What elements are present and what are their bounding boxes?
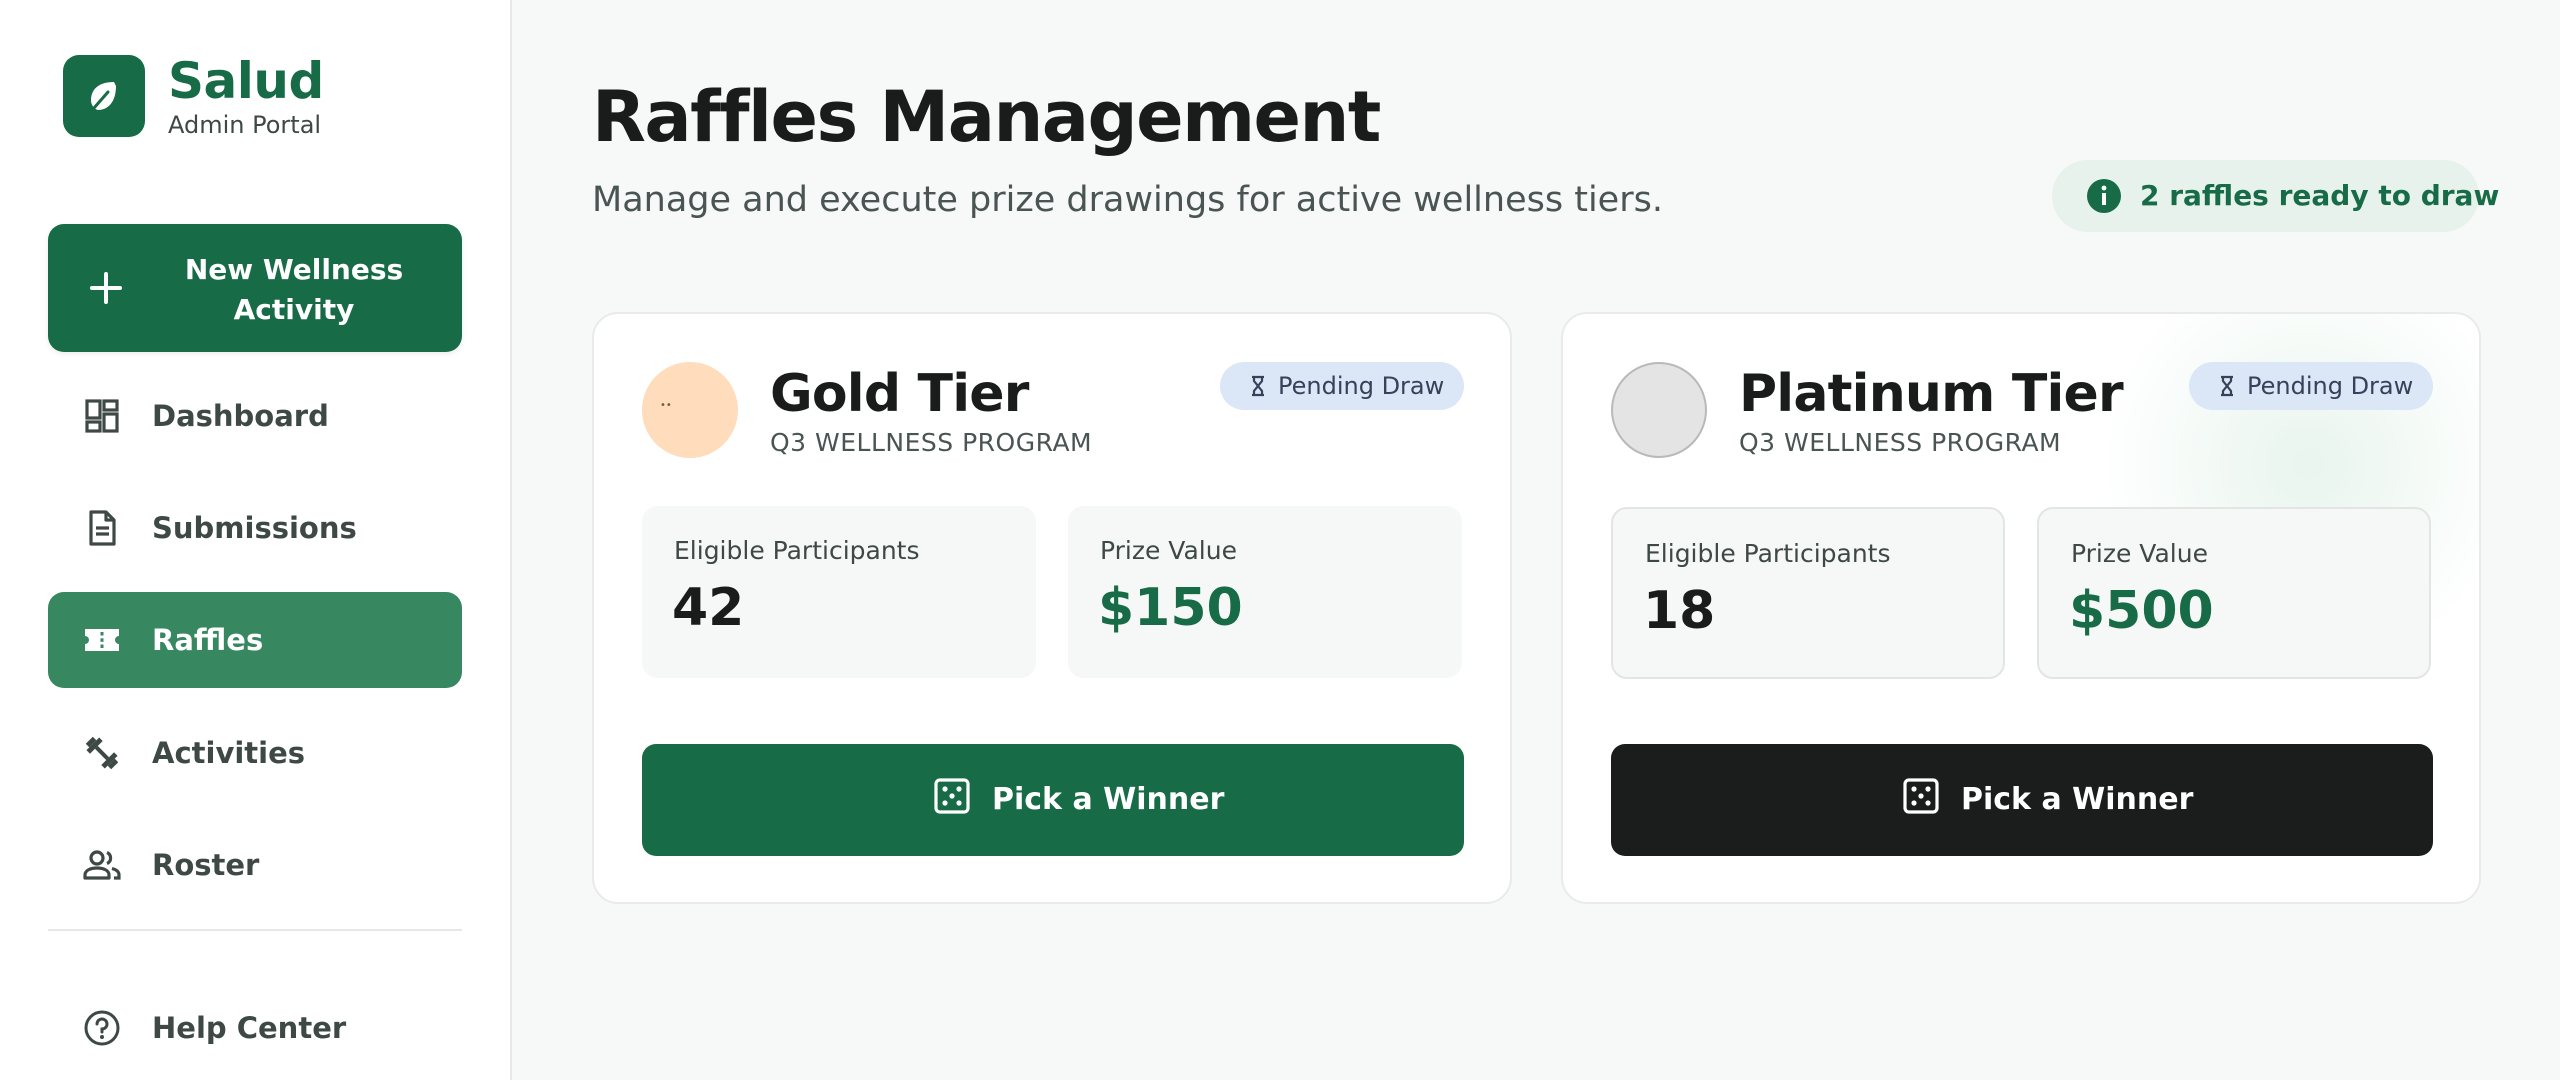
raffle-card-gold: •• Gold Tier Q3 WELLNESS PROGRAM Pending…	[592, 312, 1512, 904]
dice-icon	[934, 778, 970, 814]
ready-banner-text: 2 raffles ready to draw	[2140, 179, 2500, 212]
stat-label: Eligible Participants	[1645, 539, 1891, 568]
dice-icon	[1903, 778, 1939, 814]
sidebar-item-label: Activities	[152, 736, 306, 770]
hourglass-icon	[2221, 375, 2233, 397]
sidebar-item-dashboard[interactable]: Dashboard	[48, 368, 462, 464]
app: Salud Admin Portal New Wellness Activity…	[0, 0, 2560, 1080]
dumbbell-icon	[85, 736, 119, 770]
document-icon	[89, 510, 116, 546]
eligible-participants-box: Eligible Participants 42	[642, 506, 1036, 678]
ticket-icon	[85, 629, 119, 651]
sidebar-item-label: Roster	[152, 848, 260, 882]
new-wellness-activity-button[interactable]: New Wellness Activity	[48, 224, 462, 352]
help-icon	[84, 1010, 120, 1046]
stat-label: Prize Value	[1100, 536, 1237, 565]
people-icon	[83, 850, 121, 880]
plus-icon	[90, 272, 122, 304]
brand-logo	[63, 55, 145, 137]
pick-winner-button[interactable]: Pick a Winner	[1611, 744, 2433, 856]
tier-badge: ••	[642, 362, 738, 458]
hourglass-icon	[1252, 375, 1264, 397]
sidebar-item-label: Dashboard	[152, 399, 329, 433]
stat-label: Eligible Participants	[674, 536, 920, 565]
participants-count: 18	[1643, 581, 1716, 641]
status-label: Pending Draw	[1278, 372, 1445, 400]
brand-subtitle: Admin Portal	[168, 111, 322, 139]
sidebar-item-label: Submissions	[152, 511, 357, 545]
brand-name: Salud	[168, 52, 324, 110]
sidebar-divider	[48, 929, 462, 931]
prize-value-box: Prize Value $150	[1068, 506, 1462, 678]
info-icon	[2087, 179, 2121, 213]
raffle-card-platinum: Platinum Tier Q3 WELLNESS PROGRAM Pendin…	[1561, 312, 2481, 904]
participants-count: 42	[672, 578, 745, 638]
pick-winner-label: Pick a Winner	[1961, 782, 2194, 817]
tier-badge	[1611, 362, 1707, 458]
pick-winner-label: Pick a Winner	[992, 782, 1225, 817]
status-label: Pending Draw	[2247, 372, 2414, 400]
sidebar-item-activities[interactable]: Activities	[48, 705, 462, 801]
sidebar-item-roster[interactable]: Roster	[48, 817, 462, 913]
prize-value: $500	[2069, 581, 2214, 641]
dashboard-icon	[85, 399, 119, 433]
prize-value-box: Prize Value $500	[2037, 507, 2431, 679]
tier-name: Gold Tier	[770, 364, 1029, 424]
ready-to-draw-banner: 2 raffles ready to draw	[2052, 160, 2499, 232]
sidebar-item-raffles[interactable]: Raffles	[48, 592, 462, 688]
stat-label: Prize Value	[2071, 539, 2208, 568]
help-center-link[interactable]: Help Center	[48, 980, 462, 1076]
page-subtitle: Manage and execute prize drawings for ac…	[592, 180, 1663, 220]
prize-value: $150	[1098, 578, 1243, 638]
tier-program: Q3 WELLNESS PROGRAM	[770, 428, 1093, 457]
status-badge: Pending Draw	[2189, 362, 2433, 410]
tier-name: Platinum Tier	[1739, 364, 2124, 424]
eligible-participants-box: Eligible Participants 18	[1611, 507, 2005, 679]
new-activity-label: New Wellness Activity	[184, 253, 404, 326]
tier-program: Q3 WELLNESS PROGRAM	[1739, 428, 2062, 457]
sidebar-item-submissions[interactable]: Submissions	[48, 480, 462, 576]
pick-winner-button[interactable]: Pick a Winner	[642, 744, 1464, 856]
leaf-icon	[91, 82, 116, 110]
sidebar: Salud Admin Portal New Wellness Activity…	[0, 0, 512, 1080]
sidebar-item-label: Raffles	[152, 623, 264, 657]
badge-dots-icon: ••	[660, 400, 672, 411]
help-center-label: Help Center	[152, 1011, 347, 1045]
page-title: Raffles Management	[592, 76, 1381, 158]
status-badge: Pending Draw	[1220, 362, 1464, 410]
